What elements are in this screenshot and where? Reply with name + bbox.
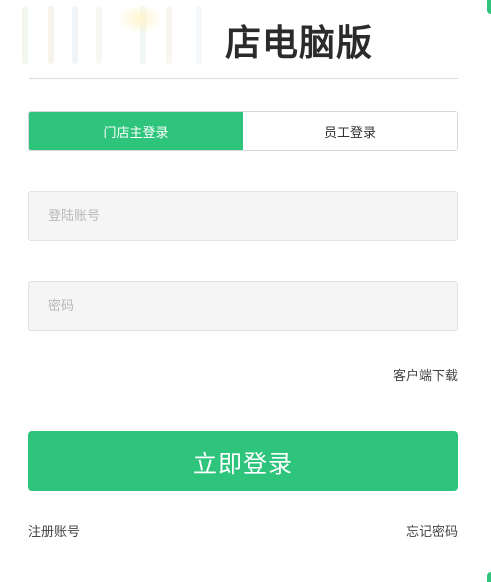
page-title: 店电脑版: [225, 23, 374, 64]
login-type-tabs: 门店主登录 员工登录: [28, 111, 458, 151]
account-input[interactable]: [29, 192, 457, 240]
password-input[interactable]: [29, 282, 457, 330]
title-divider: [29, 78, 458, 79]
corner-accent-top: [487, 0, 491, 14]
forgot-password-link[interactable]: 忘记密码: [406, 521, 458, 540]
register-link[interactable]: 注册账号: [28, 521, 80, 540]
tab-staff-login[interactable]: 员工登录: [243, 112, 457, 150]
tab-store-owner-login[interactable]: 门店主登录: [29, 112, 243, 150]
login-button[interactable]: 立即登录: [28, 431, 458, 491]
client-download-link[interactable]: 客户端下载: [393, 365, 458, 384]
account-field-wrapper: [28, 191, 458, 241]
corner-accent-bottom: [487, 572, 491, 582]
password-field-wrapper: [28, 281, 458, 331]
logo-decoration: [0, 0, 220, 70]
login-page: 店电脑版 门店主登录 员工登录 客户端下载 立即登录 注册账号 忘记密码: [0, 0, 491, 582]
